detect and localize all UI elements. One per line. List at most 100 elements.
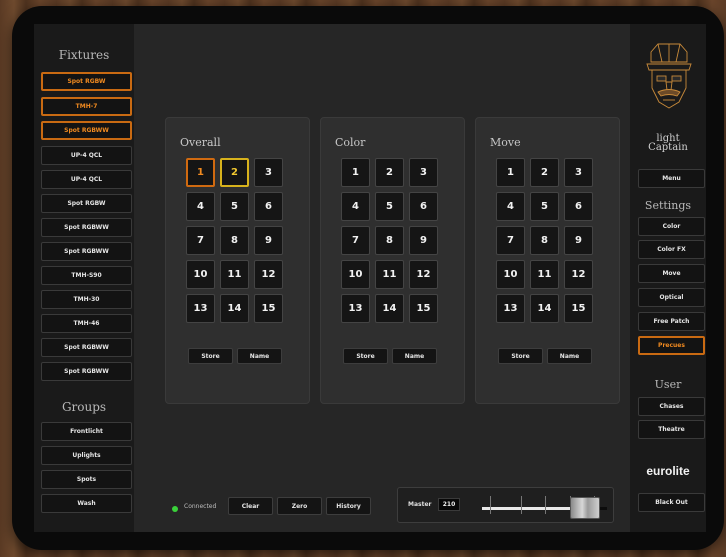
- fixture-button[interactable]: Spot RGBW: [41, 194, 132, 213]
- settings-item-optical[interactable]: Optical: [638, 288, 705, 307]
- group-button[interactable]: Wash: [41, 494, 132, 513]
- preset-pad[interactable]: 12: [564, 260, 593, 289]
- preset-pad[interactable]: 1: [186, 158, 215, 187]
- preset-pad[interactable]: 13: [186, 294, 215, 323]
- menu-button[interactable]: Menu: [638, 169, 705, 188]
- preset-pad[interactable]: 15: [564, 294, 593, 323]
- master-fader-handle[interactable]: [569, 497, 600, 519]
- overall-panel: Overall 1 2 3 4 5 6 7 8 9 10 11 12 13 14…: [165, 117, 310, 404]
- preset-pad[interactable]: 12: [409, 260, 438, 289]
- preset-pad[interactable]: 5: [530, 192, 559, 221]
- fixture-button[interactable]: TMH-30: [41, 290, 132, 309]
- preset-pad[interactable]: 7: [496, 226, 525, 255]
- preset-pad[interactable]: 2: [220, 158, 249, 187]
- user-item-chases[interactable]: Chases: [638, 397, 705, 416]
- preset-pad[interactable]: 14: [530, 294, 559, 323]
- preset-pad[interactable]: 10: [496, 260, 525, 289]
- store-button[interactable]: Store: [188, 348, 233, 364]
- master-value[interactable]: 210: [438, 498, 460, 511]
- preset-pad[interactable]: 8: [220, 226, 249, 255]
- tablet-frame: Fixtures Spot RGBW TMH-7 Spot RGBWW UP-4…: [12, 6, 724, 550]
- preset-pad[interactable]: 3: [564, 158, 593, 187]
- settings-item-color[interactable]: Color: [638, 217, 705, 236]
- user-title: User: [654, 378, 682, 391]
- move-panel: Move 1 2 3 4 5 6 7 8 9 10 11 12 13 14 15…: [475, 117, 620, 404]
- preset-pad[interactable]: 8: [375, 226, 404, 255]
- clear-button[interactable]: Clear: [228, 497, 273, 515]
- name-button[interactable]: Name: [547, 348, 592, 364]
- fixture-button[interactable]: UP-4 QCL: [41, 146, 132, 165]
- preset-pad[interactable]: 5: [220, 192, 249, 221]
- fixture-button[interactable]: Spot RGBWW: [41, 338, 132, 357]
- preset-pad[interactable]: 3: [254, 158, 283, 187]
- preset-pad[interactable]: 1: [341, 158, 370, 187]
- group-button[interactable]: Spots: [41, 470, 132, 489]
- preset-pad[interactable]: 8: [530, 226, 559, 255]
- preset-pad[interactable]: 6: [564, 192, 593, 221]
- fixture-button[interactable]: Spot RGBWW: [41, 218, 132, 237]
- store-button[interactable]: Store: [343, 348, 388, 364]
- preset-pad[interactable]: 12: [254, 260, 283, 289]
- fixture-button[interactable]: UP-4 QCL: [41, 170, 132, 189]
- preset-pad[interactable]: 9: [409, 226, 438, 255]
- preset-pad[interactable]: 11: [375, 260, 404, 289]
- fixtures-title: Fixtures: [58, 48, 110, 62]
- preset-pad[interactable]: 3: [409, 158, 438, 187]
- fader-tick: [521, 496, 522, 514]
- fixture-button[interactable]: TMH-46: [41, 314, 132, 333]
- preset-pad[interactable]: 13: [341, 294, 370, 323]
- master-label: Master: [408, 501, 432, 508]
- preset-pad[interactable]: 4: [341, 192, 370, 221]
- preset-pad[interactable]: 5: [375, 192, 404, 221]
- preset-pad[interactable]: 14: [220, 294, 249, 323]
- settings-title: Settings: [644, 199, 692, 212]
- history-button[interactable]: History: [326, 497, 371, 515]
- preset-pad[interactable]: 10: [186, 260, 215, 289]
- preset-pad[interactable]: 10: [341, 260, 370, 289]
- settings-item-color-fx[interactable]: Color FX: [638, 240, 705, 259]
- user-item-theatre[interactable]: Theatre: [638, 420, 705, 439]
- preset-pad[interactable]: 15: [254, 294, 283, 323]
- color-panel: Color 1 2 3 4 5 6 7 8 9 10 11 12 13 14 1…: [320, 117, 465, 404]
- store-button[interactable]: Store: [498, 348, 543, 364]
- preset-pad[interactable]: 4: [496, 192, 525, 221]
- preset-pad[interactable]: 2: [530, 158, 559, 187]
- preset-pad[interactable]: 1: [496, 158, 525, 187]
- preset-pad[interactable]: 11: [530, 260, 559, 289]
- preset-pad[interactable]: 15: [409, 294, 438, 323]
- brand-line2: Captain: [648, 142, 688, 153]
- preset-pad[interactable]: 9: [254, 226, 283, 255]
- preset-pad[interactable]: 6: [254, 192, 283, 221]
- fixture-button[interactable]: Spot RGBWW: [41, 121, 132, 140]
- settings-item-move[interactable]: Move: [638, 264, 705, 283]
- blackout-button[interactable]: Black Out: [638, 493, 705, 512]
- fader-tick: [490, 496, 491, 514]
- settings-item-precues[interactable]: Precues: [638, 336, 705, 355]
- light-captain-logo-icon: [646, 43, 692, 109]
- panel-title: Color: [335, 136, 366, 149]
- preset-pad[interactable]: 2: [375, 158, 404, 187]
- fixture-button[interactable]: TMH-7: [41, 97, 132, 116]
- panel-title: Overall: [180, 136, 221, 149]
- zero-button[interactable]: Zero: [277, 497, 322, 515]
- preset-pad[interactable]: 6: [409, 192, 438, 221]
- preset-pad[interactable]: 9: [564, 226, 593, 255]
- panel-title: Move: [490, 136, 521, 149]
- group-button[interactable]: Uplights: [41, 446, 132, 465]
- preset-pad[interactable]: 14: [375, 294, 404, 323]
- preset-pad[interactable]: 7: [341, 226, 370, 255]
- fixture-button[interactable]: Spot RGBWW: [41, 362, 132, 381]
- fixture-button[interactable]: Spot RGBW: [41, 72, 132, 91]
- group-button[interactable]: Frontlicht: [41, 422, 132, 441]
- right-sidebar: light Captain Menu Settings Color Color …: [630, 24, 706, 532]
- name-button[interactable]: Name: [237, 348, 282, 364]
- name-button[interactable]: Name: [392, 348, 437, 364]
- fixture-button[interactable]: Spot RGBWW: [41, 242, 132, 261]
- preset-pad[interactable]: 13: [496, 294, 525, 323]
- settings-item-free-patch[interactable]: Free Patch: [638, 312, 705, 331]
- preset-pad[interactable]: 7: [186, 226, 215, 255]
- preset-pad[interactable]: 11: [220, 260, 249, 289]
- preset-pad[interactable]: 4: [186, 192, 215, 221]
- connection-status-text: Connected: [184, 503, 217, 510]
- fixture-button[interactable]: TMH-S90: [41, 266, 132, 285]
